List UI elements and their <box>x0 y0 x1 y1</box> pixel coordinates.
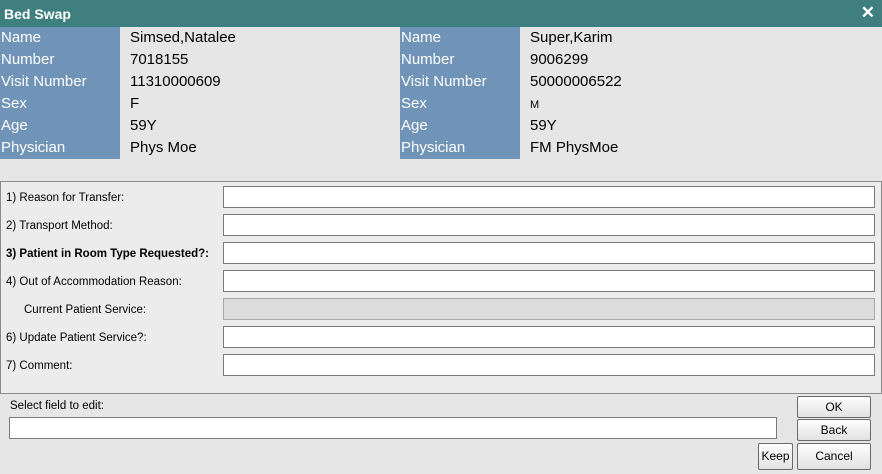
sex-value: F <box>130 95 140 112</box>
number-label: Number <box>401 51 455 68</box>
room-type-requested-label: 3) Patient in Room Type Requested?: <box>6 248 209 260</box>
keep-button[interactable]: Keep <box>758 443 793 470</box>
current-patient-service-field <box>223 298 875 320</box>
age-value: 59Y <box>530 117 557 134</box>
form-row-update-service: 6) Update Patient Service?: <box>1 326 881 350</box>
name-label: Name <box>401 29 442 46</box>
comment-label: 7) Comment: <box>6 360 73 372</box>
select-field-input[interactable] <box>9 417 777 439</box>
name-value: Simsed,Natalee <box>130 29 236 46</box>
patient-left-labels: Name Number Visit Number Sex Age Physici… <box>0 27 120 159</box>
visit-number-label: Visit Number <box>401 73 487 90</box>
patient-right-values: Super,Karim 9006299 50000006522 M 59Y FM… <box>530 27 622 159</box>
number-label: Number <box>1 51 55 68</box>
reason-for-transfer-label: 1) Reason for Transfer: <box>6 192 125 204</box>
transfer-form: 1) Reason for Transfer: 2) Transport Met… <box>0 181 882 394</box>
window-title: Bed Swap <box>4 6 71 22</box>
form-row-transport: 2) Transport Method: <box>1 214 881 238</box>
physician-value: Phys Moe <box>130 139 197 156</box>
physician-label: Physician <box>401 139 466 156</box>
room-type-requested-field[interactable] <box>223 242 875 264</box>
form-row-current-service: Current Patient Service: <box>1 298 881 322</box>
out-of-accommodation-reason-field[interactable] <box>223 270 875 292</box>
name-label: Name <box>1 29 42 46</box>
patient-left-values: Simsed,Natalee 7018155 11310000609 F 59Y… <box>130 27 236 159</box>
sex-label: Sex <box>1 95 27 112</box>
physician-label: Physician <box>1 139 66 156</box>
form-row-reason: 1) Reason for Transfer: <box>1 186 881 210</box>
number-value: 9006299 <box>530 51 589 68</box>
name-value: Super,Karim <box>530 29 613 46</box>
patient-right-panel: Name Number Visit Number Sex Age Physici… <box>400 27 882 159</box>
visit-number-value: 50000006522 <box>530 73 622 90</box>
sex-label: Sex <box>401 95 427 112</box>
back-button[interactable]: Back <box>797 419 871 441</box>
form-row-comment: 7) Comment: <box>1 354 881 378</box>
visit-number-value: 11310000609 <box>130 73 221 90</box>
out-of-accommodation-reason-label: 4) Out of Accommodation Reason: <box>6 276 182 288</box>
form-row-accommodation: 4) Out of Accommodation Reason: <box>1 270 881 294</box>
visit-number-label: Visit Number <box>1 73 87 90</box>
ok-button[interactable]: OK <box>797 396 871 418</box>
comment-field[interactable] <box>223 354 875 376</box>
age-label: Age <box>401 117 428 134</box>
cancel-button[interactable]: Cancel <box>797 443 871 470</box>
select-field-label: Select field to edit: <box>10 400 104 412</box>
form-row-room-type: 3) Patient in Room Type Requested?: <box>1 242 881 266</box>
current-patient-service-label: Current Patient Service: <box>24 304 147 316</box>
reason-for-transfer-field[interactable] <box>223 186 875 208</box>
age-value: 59Y <box>130 117 157 134</box>
update-patient-service-field[interactable] <box>223 326 875 348</box>
transport-method-field[interactable] <box>223 214 875 236</box>
patient-left-panel: Name Number Visit Number Sex Age Physici… <box>0 27 400 159</box>
transport-method-label: 2) Transport Method: <box>6 220 113 232</box>
title-bar: Bed Swap ✕ <box>0 0 882 27</box>
physician-value: FM PhysMoe <box>530 139 619 156</box>
age-label: Age <box>1 117 28 134</box>
patient-right-labels: Name Number Visit Number Sex Age Physici… <box>400 27 520 159</box>
update-patient-service-label: 6) Update Patient Service?: <box>6 332 147 344</box>
sex-value: M <box>530 99 540 111</box>
number-value: 7018155 <box>130 51 189 68</box>
close-icon[interactable]: ✕ <box>861 3 875 23</box>
